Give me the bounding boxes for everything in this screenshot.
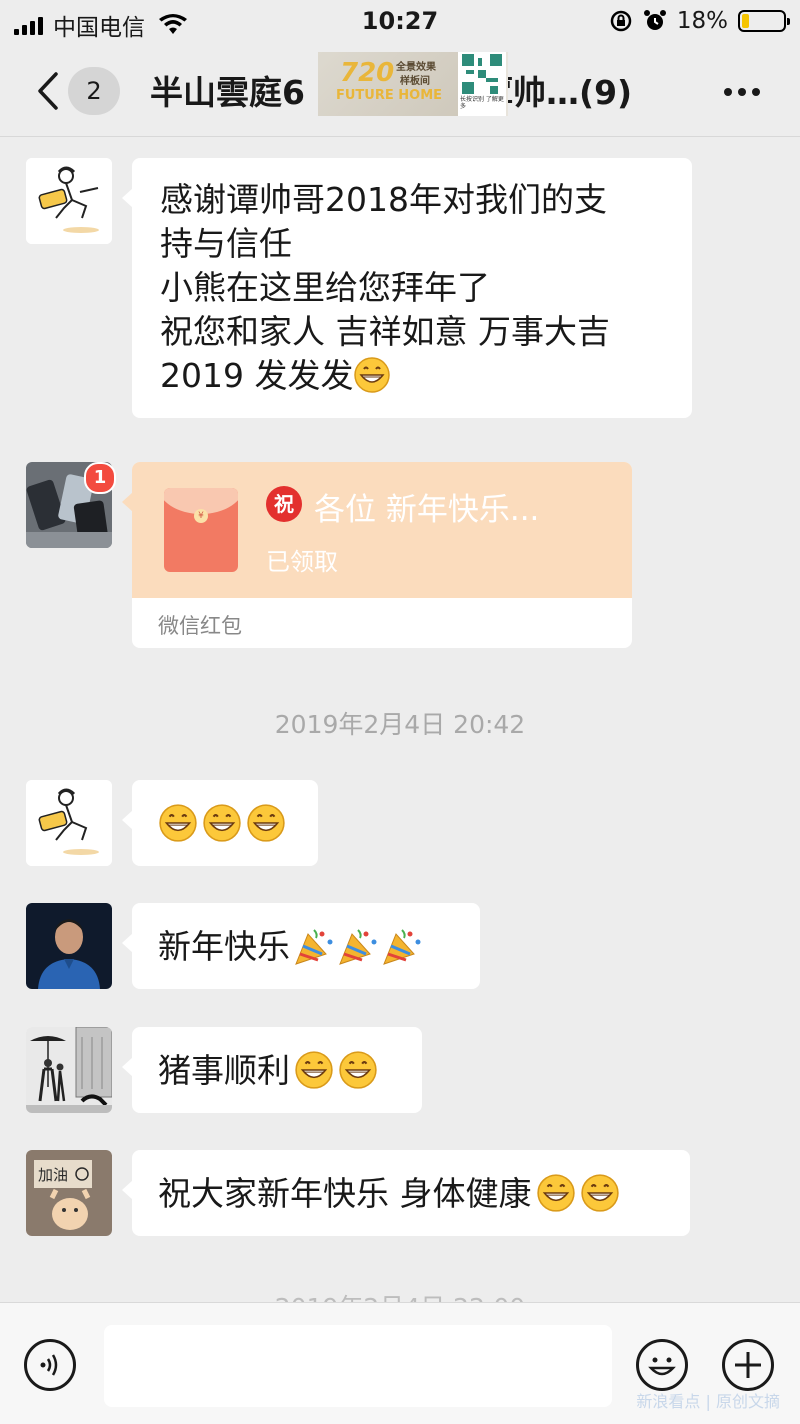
chat-header: 2 半山雲庭6 覃帅…(9) 720 全景效果 样板间 FUTURE HOME … bbox=[0, 44, 800, 137]
chat-timestamp: 2019年2月4日 20:42 bbox=[274, 710, 526, 739]
red-packet-footer: 微信红包 bbox=[158, 614, 242, 638]
message-bubble-6[interactable]: 祝大家新年快乐 身体健康 bbox=[122, 1150, 690, 1236]
chat-title: 半山雲庭6 覃帅…(9) bbox=[150, 66, 632, 114]
more-options-icon[interactable] bbox=[724, 88, 760, 96]
message-input[interactable] bbox=[104, 1325, 612, 1407]
back-icon[interactable] bbox=[30, 66, 70, 116]
voice-button[interactable] bbox=[24, 1339, 76, 1391]
watermark: 新浪看点 | 原创文摘 bbox=[636, 1392, 780, 1411]
ad-banner: 720 全景效果 样板间 FUTURE HOME bbox=[318, 52, 458, 116]
message-text: 猪事顺利 bbox=[158, 1051, 290, 1090]
runner-avatar-icon bbox=[26, 158, 112, 244]
qr-caption: 长按识别 了解更多 bbox=[460, 96, 504, 110]
battery-percent: 18% bbox=[676, 8, 728, 34]
message-line-last: 2019 发发发 bbox=[160, 354, 664, 398]
blessing-badge: 祝 bbox=[266, 486, 302, 522]
ad-brand: FUTURE HOME bbox=[336, 88, 443, 103]
grin-emoji-icon bbox=[354, 356, 391, 393]
message-bubble-emoji[interactable] bbox=[122, 780, 318, 866]
grin-emoji-icon bbox=[295, 1050, 333, 1089]
message-line: 猪事顺利 bbox=[158, 1049, 396, 1093]
message-text: 祝大家新年快乐 身体健康 bbox=[158, 1174, 532, 1213]
grin-emoji-icon bbox=[339, 1050, 377, 1089]
party-popper-icon bbox=[295, 928, 333, 965]
message-bubble-1[interactable]: 感谢谭帅哥2018年对我们的支 持与信任 小熊在这里给您拜年了 祝您和家人 吉祥… bbox=[122, 158, 692, 418]
status-right: 18% bbox=[609, 8, 790, 34]
red-packet-body: ¥ 祝 各位 新年快乐... 已领取 bbox=[132, 462, 632, 598]
avatar-man[interactable] bbox=[26, 903, 112, 989]
red-packet-title: 各位 新年快乐... bbox=[314, 492, 540, 528]
message-line: 祝大家新年快乐 身体健康 bbox=[158, 1172, 664, 1216]
battery-icon bbox=[738, 10, 790, 32]
emoji-row bbox=[158, 802, 292, 846]
qr-code-icon bbox=[462, 54, 502, 94]
ad-subtitle-1: 全景效果 bbox=[396, 62, 436, 73]
portrait-photo-icon bbox=[26, 903, 112, 989]
message-line: 小熊在这里给您拜年了 bbox=[160, 268, 490, 307]
runner-avatar-icon bbox=[26, 780, 112, 866]
plus-button[interactable] bbox=[722, 1339, 774, 1391]
message-line: 持与信任 bbox=[160, 224, 292, 263]
message-line-text: 2019 发发发 bbox=[160, 356, 354, 395]
ad-overlay[interactable]: 720 全景效果 样板间 FUTURE HOME 长按识别 了解更多 bbox=[318, 52, 508, 116]
street-photo-icon bbox=[26, 1027, 112, 1113]
grin-emoji-icon bbox=[159, 803, 197, 842]
message-line: 感谢谭帅哥2018年对我们的支 bbox=[160, 180, 607, 219]
message-line: 新年快乐 bbox=[158, 925, 454, 969]
message-text: 新年快乐 bbox=[158, 927, 290, 966]
message-bubble-5[interactable]: 猪事顺利 bbox=[122, 1027, 422, 1113]
red-envelope-icon: ¥ bbox=[164, 488, 238, 572]
grin-emoji-icon bbox=[203, 803, 241, 842]
avatar-jiayou[interactable]: 加油 bbox=[26, 1150, 112, 1236]
alarm-icon bbox=[643, 10, 666, 30]
red-packet-card[interactable]: ¥ 祝 各位 新年快乐... 已领取 微信红包 bbox=[132, 462, 632, 648]
chat-title-left: 半山雲庭6 bbox=[150, 73, 305, 112]
svg-text:加油: 加油 bbox=[38, 1166, 68, 1184]
emoji-icon bbox=[648, 1357, 676, 1376]
voice-icon bbox=[40, 1354, 58, 1376]
avatar-bear[interactable] bbox=[26, 780, 112, 866]
grin-emoji-icon bbox=[580, 1173, 619, 1212]
party-popper-icon bbox=[339, 928, 377, 965]
battery-level bbox=[742, 14, 749, 28]
status-bar: 中国电信 10:27 18% bbox=[0, 0, 800, 44]
emoji-button[interactable] bbox=[636, 1339, 688, 1391]
red-packet-status: 已领取 bbox=[266, 548, 338, 576]
ad-qr: 长按识别 了解更多 bbox=[458, 52, 506, 116]
avatar-bear[interactable] bbox=[26, 158, 112, 244]
back-unread-count[interactable]: 2 bbox=[68, 67, 120, 115]
avatar-street[interactable] bbox=[26, 1027, 112, 1113]
grin-emoji-icon bbox=[247, 803, 285, 842]
plus-icon bbox=[735, 1352, 761, 1378]
cheer-photo-icon: 加油 bbox=[26, 1150, 112, 1236]
input-bar: 新浪看点 | 原创文摘 bbox=[0, 1302, 800, 1424]
ad-subtitle-2: 样板间 bbox=[400, 76, 430, 87]
grin-emoji-icon bbox=[536, 1173, 575, 1212]
unread-badge: 1 bbox=[84, 462, 116, 494]
message-line: 祝您和家人 吉祥如意 万事大吉 bbox=[160, 312, 610, 351]
party-popper-icon bbox=[383, 928, 421, 965]
orientation-lock-icon bbox=[610, 10, 632, 32]
ad-number: 720 bbox=[340, 58, 395, 88]
message-bubble-4[interactable]: 新年快乐 bbox=[122, 903, 480, 989]
